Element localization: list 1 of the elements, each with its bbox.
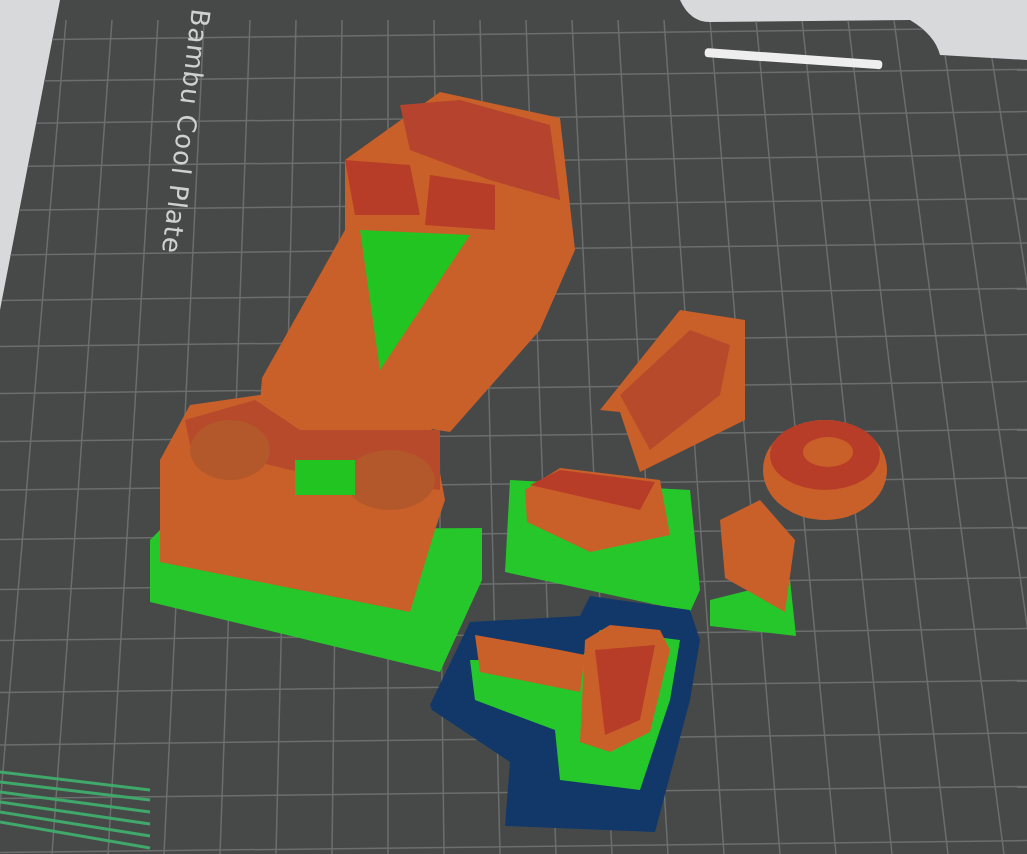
plate-label: Bambu Cool Plate bbox=[155, 7, 216, 256]
